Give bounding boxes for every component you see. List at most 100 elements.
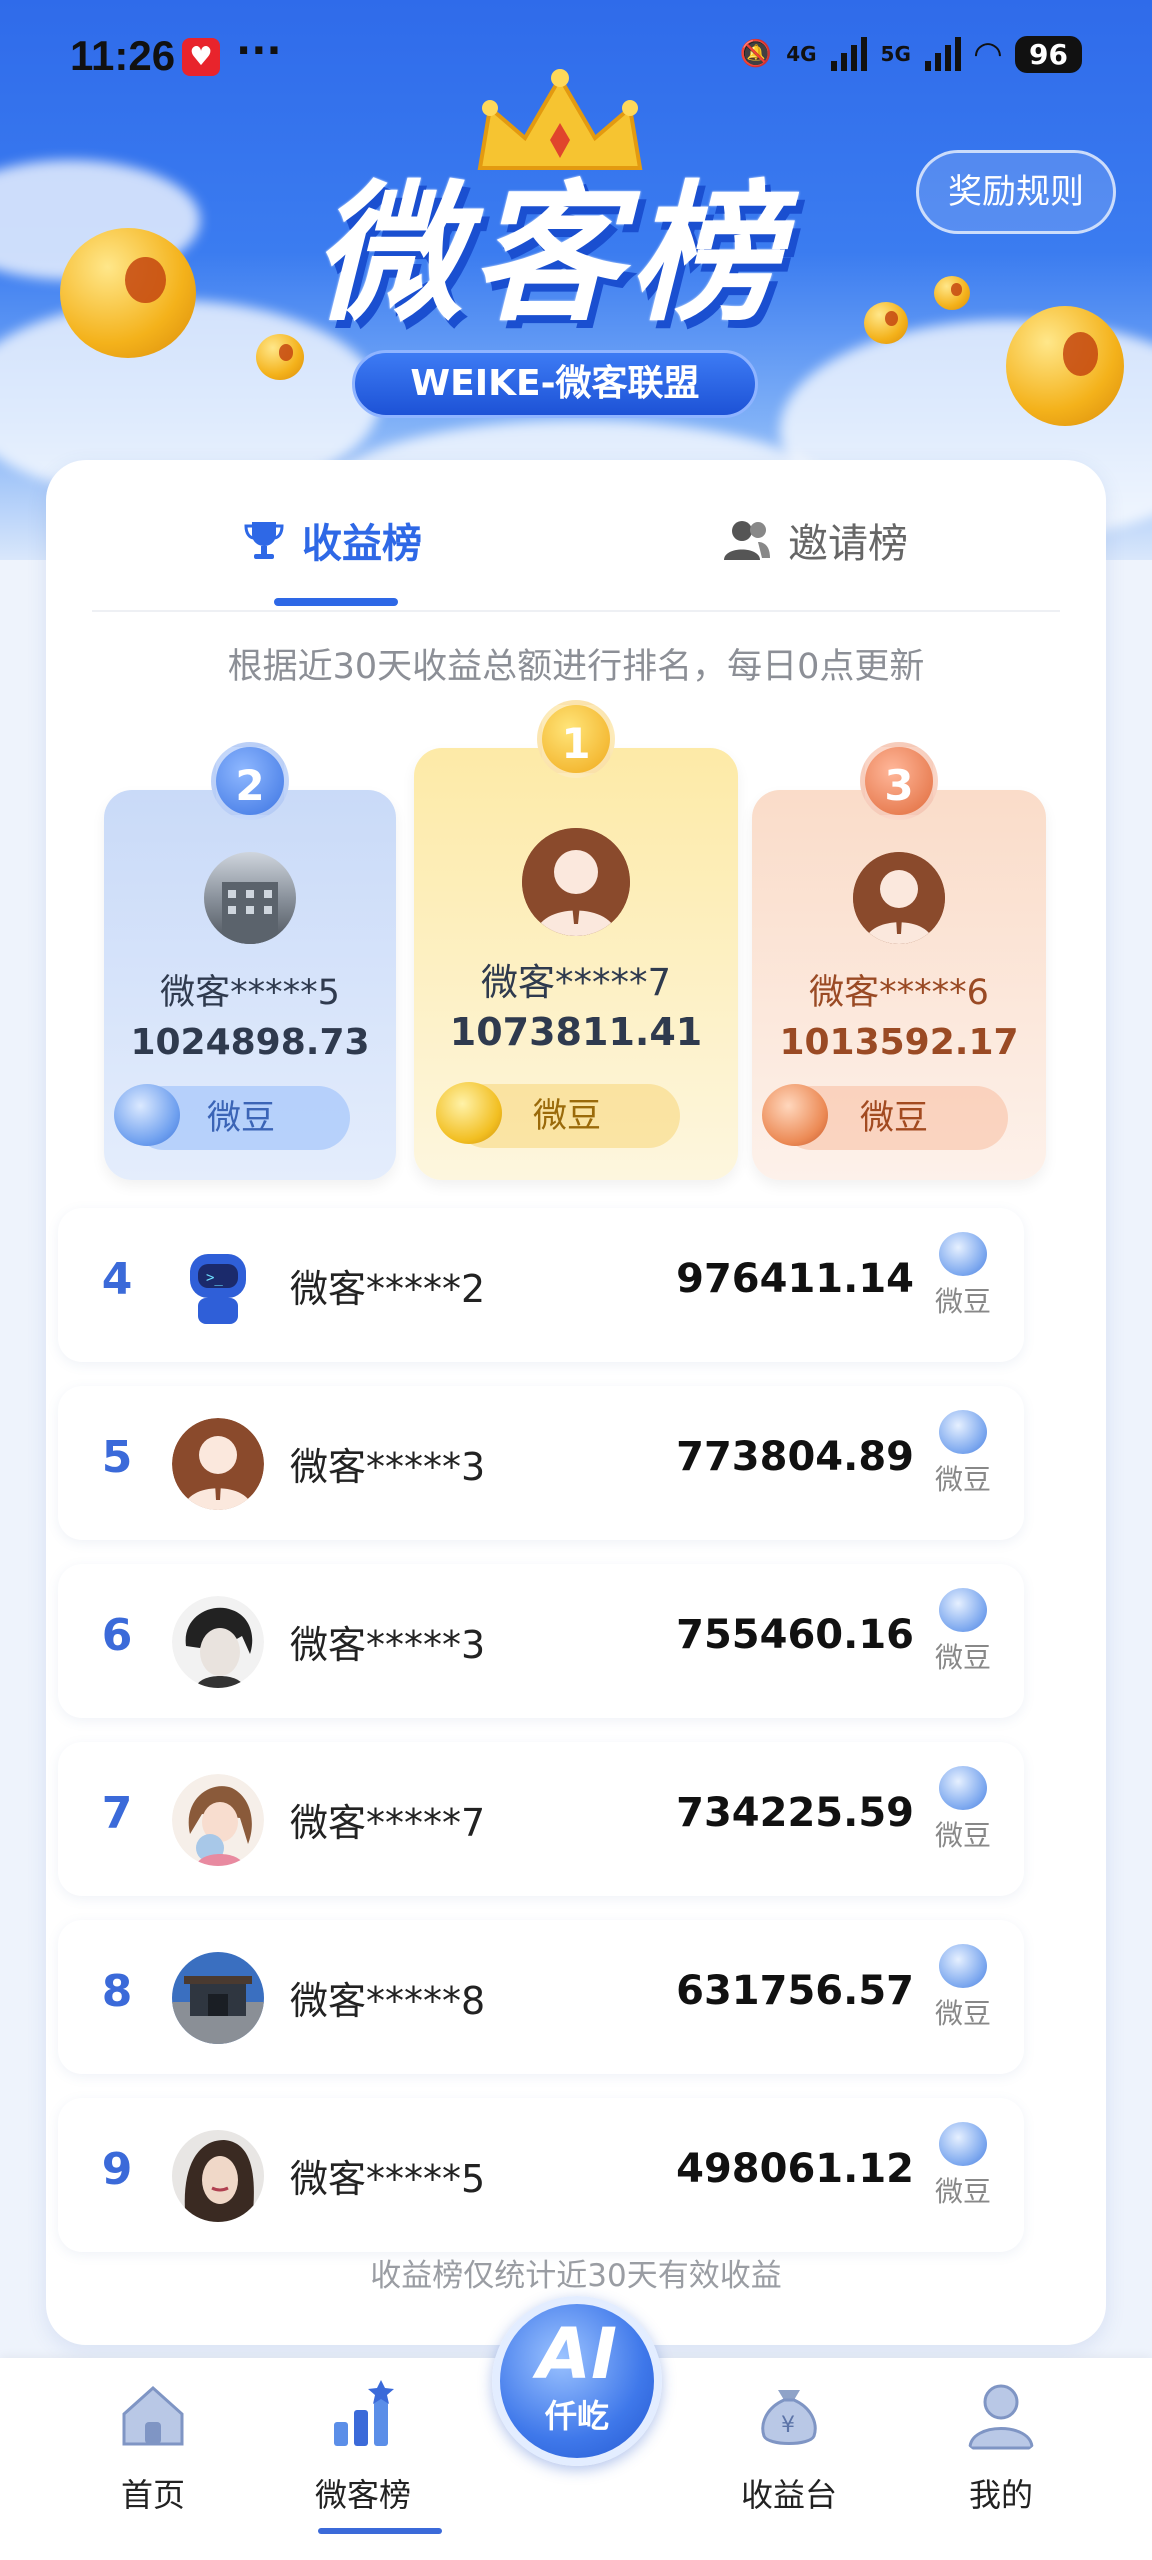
- bean-decoration: [864, 302, 908, 344]
- signal-icon: [924, 37, 961, 71]
- bean-icon: [939, 2122, 987, 2166]
- ai-sub-label: 仟屹: [544, 2397, 609, 2435]
- podium-name: 微客*****6: [809, 973, 989, 1013]
- unit-badge: 微豆: [928, 1944, 998, 2054]
- list-item[interactable]: 5 微客*****3 773804.89 微豆: [58, 1386, 1024, 1540]
- bean-decoration: [60, 228, 196, 358]
- unit-label: 微豆: [934, 1819, 991, 1852]
- page-subtitle: WEIKE-微客联盟: [352, 350, 758, 418]
- svg-text:>_: >_: [206, 1270, 223, 1286]
- ai-assistant-button[interactable]: AI 仟屹: [492, 2296, 662, 2466]
- ai-label: AI: [536, 2313, 618, 2395]
- user-name: 微客*****3: [290, 1445, 486, 1489]
- unit-badge: 微豆: [928, 1410, 998, 1520]
- unit-badge: 微豆: [928, 2122, 998, 2232]
- user-name: 微客*****8: [290, 1979, 486, 2023]
- list-item[interactable]: 7 微客*****7 734225.59 微豆: [58, 1742, 1024, 1896]
- bean-icon: [939, 1588, 987, 1632]
- podium-unit-badge: 微豆: [114, 1084, 350, 1150]
- nav-home[interactable]: 首页: [68, 2378, 238, 2516]
- user-value: 773804.89: [676, 1434, 914, 1480]
- tab-invites[interactable]: 邀请榜: [722, 500, 908, 580]
- nav-profile-label: 我的: [968, 2476, 1033, 2514]
- users-icon: [724, 521, 770, 560]
- podium-name: 微客*****7: [480, 961, 672, 1004]
- bean-decoration: [934, 276, 970, 310]
- tab-bar: 收益榜 邀请榜: [46, 460, 1106, 610]
- bean-decoration: [1006, 306, 1124, 426]
- tab-invites-label: 邀请榜: [788, 521, 908, 567]
- rules-button[interactable]: 奖励规则: [916, 150, 1116, 234]
- footnote: 收益榜仅统计近30天有效收益: [370, 2258, 782, 2294]
- medal-second-icon: 2: [211, 742, 289, 820]
- avatar: [172, 1596, 264, 1688]
- avatar: [853, 852, 945, 944]
- list-item[interactable]: 6 微客*****3 755460.16 微豆: [58, 1564, 1024, 1718]
- avatar: [172, 1952, 264, 2044]
- user-value: 976411.14: [676, 1256, 914, 1302]
- page-title: 微客榜: [312, 168, 787, 342]
- tab-active-indicator: [274, 598, 398, 606]
- podium-value: 1073811.41: [449, 1010, 703, 1054]
- list-item[interactable]: 9 微客*****5 498061.12 微豆: [58, 2098, 1024, 2252]
- ranking-description: 根据近30天收益总额进行排名，每日0点更新: [227, 647, 925, 687]
- unit-badge: 微豆: [928, 1588, 998, 1698]
- nav-income[interactable]: ¥ 收益台: [704, 2378, 874, 2516]
- unit-label: 微豆: [207, 1098, 275, 1138]
- user-value: 734225.59: [676, 1790, 914, 1836]
- podium-first[interactable]: 1 微客*****7 1073811.41 微豆: [414, 700, 738, 1180]
- unit-badge: 微豆: [928, 1766, 998, 1876]
- medal-first-icon: 1: [537, 700, 615, 778]
- bean-icon: [939, 1944, 987, 1988]
- mute-icon: 🔕: [739, 39, 773, 69]
- podium-value: 1013592.17: [779, 1022, 1019, 1063]
- unit-label: 微豆: [934, 1997, 991, 2030]
- avatar: [204, 852, 296, 944]
- list-item[interactable]: 8 微客*****8 631756.57 微豆: [58, 1920, 1024, 2074]
- user-name: 微客*****7: [290, 1801, 486, 1845]
- money-bag-icon: ¥: [761, 2390, 817, 2445]
- unit-label: 微豆: [934, 1641, 991, 1674]
- status-bar: 11:26 ♥ ··· 🔕 4G 5G ◠ 96: [0, 0, 1152, 115]
- status-icons: 🔕 4G 5G ◠ 96: [740, 34, 1082, 74]
- podium-value: 1024898.73: [130, 1022, 370, 1063]
- rank-number: 4: [101, 1254, 133, 1305]
- svg-text:¥: ¥: [781, 2413, 795, 2438]
- user-name: 微客*****5: [290, 2157, 486, 2201]
- battery-icon: 96: [1015, 35, 1082, 73]
- unit-label: 微豆: [934, 1285, 991, 1318]
- rank-number: 7: [101, 1788, 133, 1839]
- podium-unit-badge: 微豆: [436, 1082, 680, 1148]
- unit-label: 微豆: [934, 2175, 991, 2208]
- user-value: 755460.16: [676, 1612, 914, 1658]
- unit-label: 微豆: [533, 1096, 601, 1136]
- unit-badge: 微豆: [928, 1232, 998, 1342]
- podium-name: 微客*****5: [160, 973, 340, 1013]
- avatar: [522, 828, 630, 936]
- nav-income-label: 收益台: [740, 2476, 837, 2514]
- nav-leaderboard[interactable]: 微客榜: [278, 2378, 448, 2516]
- podium-third[interactable]: 3 微客*****6 1013592.17 微豆: [752, 742, 1046, 1180]
- podium-second[interactable]: 2 微客*****5 1024898.73 微豆: [104, 742, 396, 1180]
- divider: [92, 610, 1060, 612]
- bean-icon: [762, 1084, 828, 1146]
- medal-third-icon: 3: [860, 742, 938, 820]
- tab-earnings-label: 收益榜: [302, 521, 422, 567]
- nav-profile[interactable]: 我的: [916, 2378, 1086, 2516]
- bean-icon: [939, 1232, 987, 1276]
- tab-earnings[interactable]: 收益榜: [242, 500, 422, 580]
- home-icon: [122, 2385, 184, 2446]
- rank-number: 9: [101, 2144, 133, 2195]
- podium-unit-badge: 微豆: [762, 1084, 1008, 1150]
- avatar: [172, 1418, 264, 1510]
- bar-chart-icon: [334, 2380, 394, 2446]
- avatar: [172, 1774, 264, 1866]
- app-notification-icon: ♥: [182, 38, 220, 76]
- signal-icon: [830, 37, 867, 71]
- list-item[interactable]: 4 >_ 微客*****2 976411.14 微豆: [58, 1208, 1024, 1362]
- bean-icon: [939, 1766, 987, 1810]
- wifi-icon: ◠: [974, 34, 1002, 74]
- trophy-icon: [244, 522, 284, 559]
- rank-number: 5: [101, 1432, 133, 1483]
- user-name: 微客*****2: [290, 1267, 486, 1311]
